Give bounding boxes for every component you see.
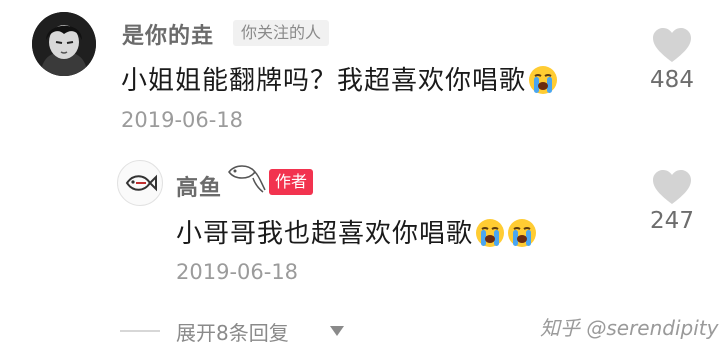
fish-decoration-icon xyxy=(225,160,269,200)
reply-body: 小哥哥我也超喜欢你唱歌 xyxy=(176,219,474,249)
like-count: 484 xyxy=(650,67,694,93)
author-username[interactable]: 高鱼 xyxy=(176,170,222,202)
loudly-crying-face-icon xyxy=(529,66,558,94)
loudly-crying-face-icon xyxy=(508,219,537,247)
loudly-crying-face-icon xyxy=(476,219,505,247)
avatar[interactable] xyxy=(32,12,96,76)
watermark: 知乎 @serendipity xyxy=(540,316,719,340)
comment-date: 2019-06-18 xyxy=(121,108,244,132)
reply-date: 2019-06-18 xyxy=(176,260,299,284)
chevron-down-icon[interactable] xyxy=(329,322,345,341)
heart-icon xyxy=(653,170,691,204)
author-avatar[interactable] xyxy=(117,160,163,206)
username[interactable]: 是你的垚 xyxy=(122,18,214,50)
author-tag: 作者 xyxy=(269,169,314,195)
like-button[interactable] xyxy=(652,28,692,68)
comment-body: 小姐姐能翻牌吗？我超喜欢你唱歌 xyxy=(121,66,527,96)
reply-like-count: 247 xyxy=(650,208,694,234)
divider-line xyxy=(120,330,160,332)
comment-text: 小姐姐能翻牌吗？我超喜欢你唱歌 xyxy=(121,60,558,97)
reply-like-button[interactable] xyxy=(652,170,692,210)
avatar-image xyxy=(32,12,96,76)
expand-replies-button[interactable]: 展开8条回复 xyxy=(176,317,289,346)
following-tag: 你关注的人 xyxy=(233,20,330,46)
reply-text: 小哥哥我也超喜欢你唱歌 xyxy=(176,213,537,250)
fish-logo-icon xyxy=(125,174,157,192)
heart-icon xyxy=(653,28,691,62)
